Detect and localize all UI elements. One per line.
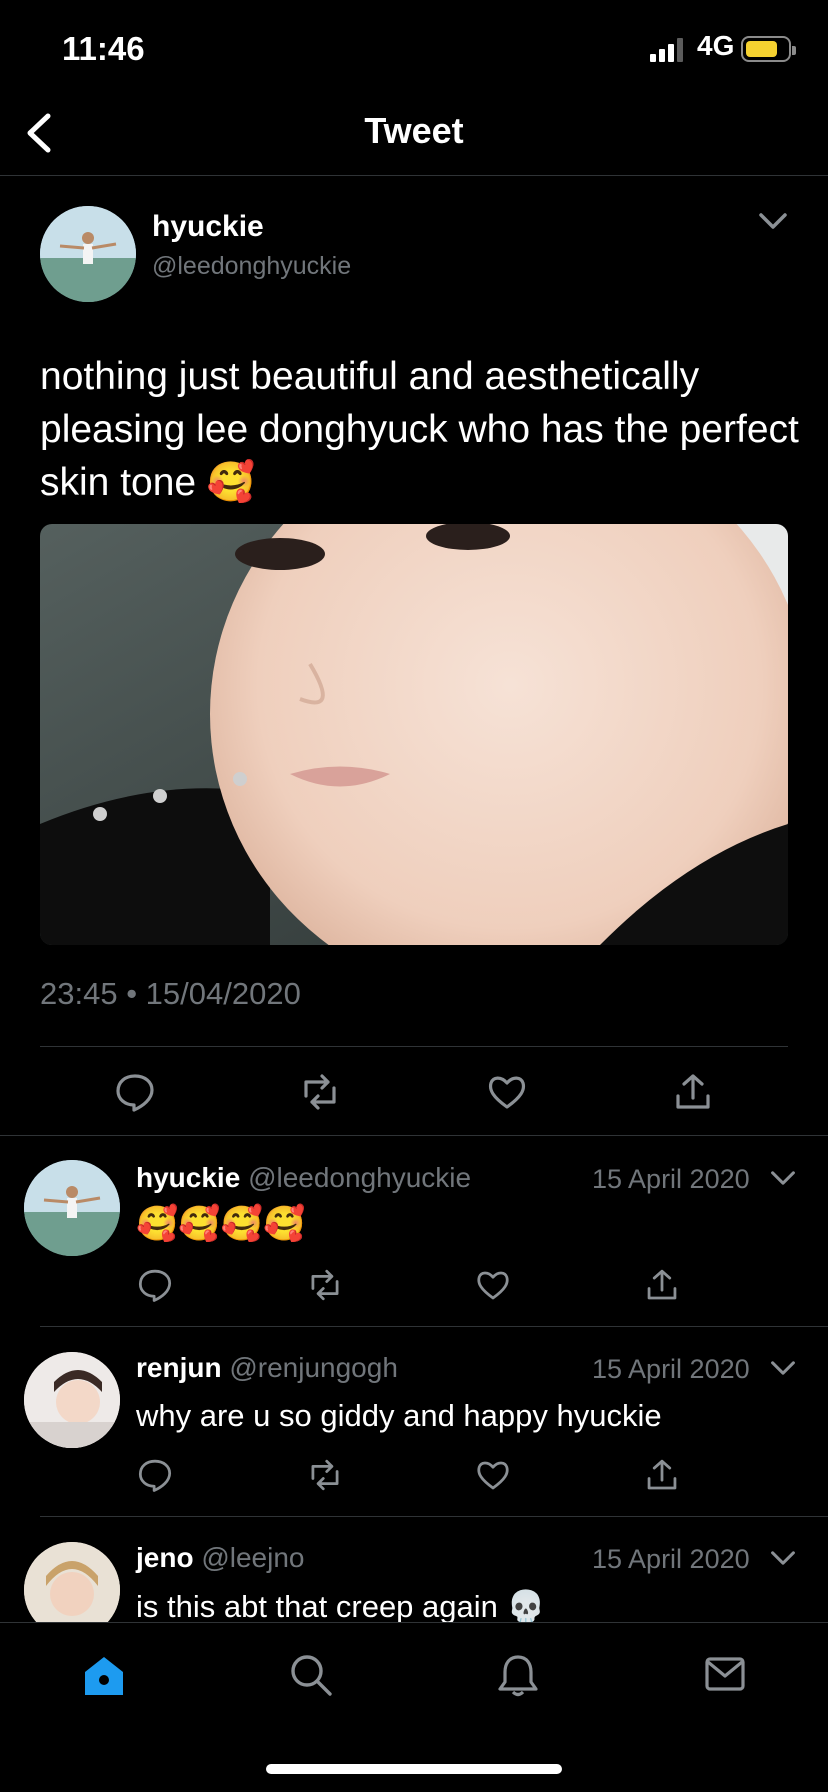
reply-avatar[interactable] — [24, 1352, 120, 1448]
status-time: 11:46 — [62, 30, 145, 67]
reply-header: hyuckie @leedonghyuckie — [136, 1162, 471, 1194]
chevron-down-icon[interactable] — [758, 210, 788, 232]
network-type: 4G — [697, 30, 735, 61]
battery-icon — [741, 36, 796, 62]
author-name[interactable]: hyuckie — [152, 210, 264, 244]
reply-date: 15 April 2020 — [592, 1354, 750, 1384]
reply-date: 15 April 2020 — [592, 1164, 750, 1194]
reply-icon[interactable] — [113, 1070, 157, 1114]
search-icon[interactable] — [288, 1652, 334, 1698]
reply-avatar[interactable] — [24, 1160, 120, 1256]
bell-icon[interactable] — [496, 1652, 540, 1698]
signal-icon — [650, 38, 688, 62]
reply-text: 🥰🥰🥰🥰 — [136, 1204, 306, 1244]
retweet-icon[interactable] — [306, 1456, 344, 1494]
retweet-icon[interactable] — [298, 1070, 342, 1114]
tweet-timestamp: 23:45 • 15/04/2020 — [40, 976, 301, 1011]
reply-author-name[interactable]: renjun — [136, 1352, 222, 1383]
author-handle[interactable]: @leedonghyuckie — [152, 252, 351, 281]
reply-text: is this abt that creep again 💀 — [136, 1589, 546, 1624]
like-heart-icon[interactable] — [485, 1070, 529, 1114]
reply-icon[interactable] — [136, 1456, 174, 1494]
chevron-down-icon[interactable] — [770, 1168, 800, 1190]
tweet-text: nothing just beautiful and aesthetically… — [40, 355, 799, 504]
home-indicator[interactable] — [266, 1764, 562, 1774]
chevron-down-icon[interactable] — [770, 1548, 800, 1570]
page-title: Tweet — [364, 110, 464, 151]
like-heart-icon[interactable] — [474, 1266, 512, 1304]
mail-icon[interactable] — [705, 1656, 745, 1692]
reply-author-name[interactable]: jeno — [136, 1542, 194, 1573]
reply-author-name[interactable]: hyuckie — [136, 1162, 240, 1193]
share-icon[interactable] — [643, 1456, 681, 1494]
reply-header: jeno @leejno — [136, 1542, 305, 1574]
divider — [40, 1516, 828, 1517]
reply-author-handle[interactable]: @renjungogh — [229, 1352, 398, 1383]
divider — [40, 1326, 828, 1327]
retweet-icon[interactable] — [306, 1266, 344, 1304]
share-icon[interactable] — [671, 1070, 715, 1114]
chevron-down-icon[interactable] — [770, 1358, 800, 1380]
reply-author-handle[interactable]: @leedonghyuckie — [248, 1162, 471, 1193]
avatar[interactable] — [40, 206, 136, 302]
divider — [40, 1046, 788, 1047]
home-icon[interactable] — [82, 1654, 126, 1698]
like-heart-icon[interactable] — [474, 1456, 512, 1494]
reply-header: renjun @renjungogh — [136, 1352, 398, 1384]
reply-icon[interactable] — [136, 1266, 174, 1304]
reply-author-handle[interactable]: @leejno — [201, 1542, 304, 1573]
reply-text: why are u so giddy and happy hyuckie — [136, 1398, 662, 1433]
divider — [0, 1135, 828, 1136]
reply-date: 15 April 2020 — [592, 1544, 750, 1574]
share-icon[interactable] — [643, 1266, 681, 1304]
tweet-image[interactable] — [40, 524, 788, 945]
